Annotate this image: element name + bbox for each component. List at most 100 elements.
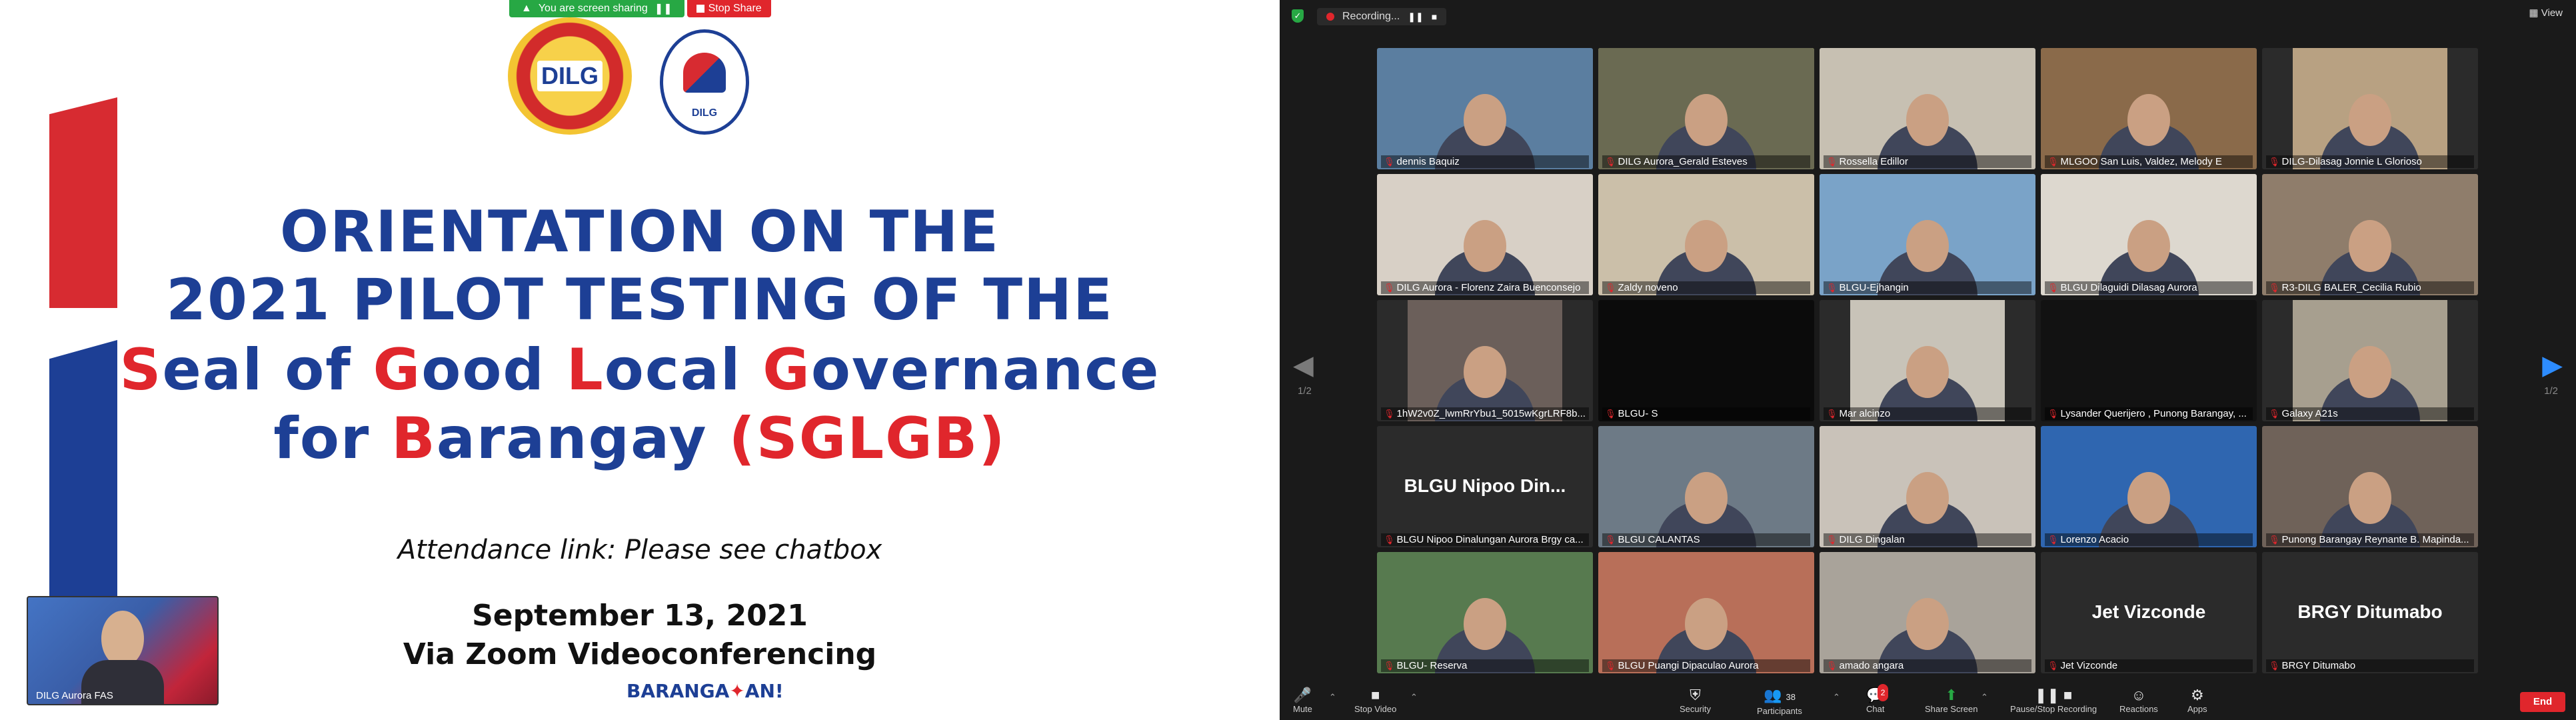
participant-video <box>1377 48 1593 169</box>
participant-display-name: Jet Vizconde <box>2091 601 2206 622</box>
participant-tile[interactable]: 🎙 DILG Dingalan <box>1820 426 2035 547</box>
share-icon: ▲ <box>521 3 532 14</box>
participant-tile[interactable]: 🎙 Rossella Edillor <box>1820 48 2035 169</box>
participant-name-label: 🎙 BLGU-Ejhangin <box>1824 281 2031 294</box>
chat-button[interactable]: 💬 2 Chat <box>1866 684 1889 714</box>
page-indicator-right: 1/2 <box>2544 385 2558 397</box>
participant-video <box>1820 48 2035 169</box>
participant-tile[interactable]: BRGY Ditumabo 🎙 BRGY Ditumabo <box>2262 552 2478 673</box>
participant-tile[interactable]: 🎙 Punong Barangay Reynante B. Mapinda... <box>2262 426 2478 547</box>
participant-tile[interactable]: 🎙 DILG-Dilasag Jonnie L Glorioso <box>2262 48 2478 169</box>
participant-tile[interactable]: BLGU Nipoo Din... 🎙 BLGU Nipoo Dinalungan … <box>1377 426 1593 547</box>
muted-mic-icon: 🎙 <box>2047 157 2059 167</box>
shared-slide: ▲ You are screen sharing ❚❚ Stop Share D… <box>0 0 1280 720</box>
participant-name-label: 🎙 DILG Aurora_Gerald Esteves <box>1602 155 1810 168</box>
participant-tile[interactable]: 🎙 R3-DILG BALER_Cecilia Rubio <box>2262 174 2478 295</box>
shield-icon: ⛨ <box>1690 687 1701 703</box>
muted-mic-icon: 🎙 <box>1384 535 1395 545</box>
attendance-note: Attendance link: Please see chatbox <box>397 535 882 565</box>
participant-tile[interactable]: 🎙 Zaldy noveno <box>1598 174 1814 295</box>
participant-name-label: 🎙 Mar alcinzo <box>1824 407 2031 420</box>
sharing-indicator: ▲ You are screen sharing ❚❚ <box>509 0 684 17</box>
shield-icon[interactable]: ✓ <box>1292 9 1304 23</box>
pause-recording-icon[interactable]: ❚❚ <box>1408 11 1423 23</box>
participant-name-label: 🎙 1hW2v0Z_lwmRrYbu1_5015wKgrLRF8b... <box>1381 407 1589 420</box>
mute-button[interactable]: 🎤 Mute <box>1293 687 1312 714</box>
apps-button[interactable]: ⚙ Apps <box>2187 687 2207 714</box>
avatar <box>101 611 144 667</box>
avatar <box>1464 598 1506 651</box>
participant-video <box>2293 48 2447 169</box>
muted-mic-icon: 🎙 <box>2269 535 2280 545</box>
participant-tile[interactable]: 🎙 BLGU CALANTAS <box>1598 426 1814 547</box>
participant-video <box>1820 426 2035 547</box>
muted-mic-icon: 🎙 <box>2269 283 2280 293</box>
participant-tile[interactable]: 🎙 DILG Aurora - Florenz Zaira Buenconsejo <box>1377 174 1593 295</box>
participant-tile[interactable]: 🎙 Galaxy A21s <box>2262 300 2478 421</box>
page-indicator-left: 1/2 <box>1298 385 1312 397</box>
share-screen-button[interactable]: ⬆ Share Screen <box>1925 687 1978 714</box>
participant-tile[interactable]: 🎙 BLGU- Reserva <box>1377 552 1593 673</box>
muted-mic-icon: 🎙 <box>2047 535 2059 545</box>
stop-video-button[interactable]: ■ Stop Video <box>1354 687 1396 714</box>
participants-button[interactable]: 👥 38 Participants <box>1757 687 1802 716</box>
muted-mic-icon: 🎙 <box>1605 157 1616 167</box>
participant-tile[interactable]: 🎙 dennis Baquiz <box>1377 48 1593 169</box>
next-page-icon[interactable]: ▶ <box>2542 350 2563 381</box>
audio-options-icon[interactable]: ⌃ <box>1329 692 1336 703</box>
participant-tile[interactable]: 🎙 MLGOO San Luis, Valdez, Melody E <box>2041 48 2257 169</box>
participant-name-label: 🎙 DILG Dingalan <box>1824 533 2031 546</box>
share-options-icon[interactable]: ⌃ <box>1981 692 1988 703</box>
participant-video <box>2262 174 2478 295</box>
participant-tile[interactable]: 🎙 DILG Aurora_Gerald Esteves <box>1598 48 1814 169</box>
pause-stop-recording-button[interactable]: ❚❚ ■ Pause/Stop Recording <box>2010 687 2097 714</box>
self-video-thumbnail[interactable]: DILG Aurora FAS <box>27 596 219 705</box>
participant-tile[interactable]: 🎙 BLGU-Ejhangin <box>1820 174 2035 295</box>
video-options-icon[interactable]: ⌃ <box>1410 692 1418 703</box>
participant-tile[interactable]: 🎙 BLGU Puangi Dipaculao Aurora <box>1598 552 1814 673</box>
participant-tile[interactable]: 🎙 Lysander Querijero , Punong Barangay, .… <box>2041 300 2257 421</box>
end-meeting-button[interactable]: End <box>2520 692 2565 712</box>
nbo-office-logo: DILG <box>660 29 749 135</box>
apps-icon: ⚙ <box>2190 687 2204 703</box>
participant-tile[interactable]: 🎙 BLGU Dilaguidi Dilasag Aurora <box>2041 174 2257 295</box>
participant-tile[interactable]: 🎙 1hW2v0Z_lwmRrYbu1_5015wKgrLRF8b... <box>1377 300 1593 421</box>
pause-share-icon[interactable]: ❚❚ <box>654 2 672 15</box>
chat-icon: 💬 2 <box>1866 684 1889 704</box>
participant-name-label: 🎙 dennis Baquiz <box>1381 155 1589 168</box>
muted-mic-icon: 🎙 <box>1605 661 1616 671</box>
avatar <box>1464 346 1506 399</box>
reactions-button[interactable]: ☺ Reactions <box>2119 687 2158 714</box>
muted-mic-icon: 🎙 <box>2269 409 2280 419</box>
sharing-text: You are screen sharing <box>538 3 648 14</box>
participant-name-label: 🎙 BLGU- S <box>1602 407 1810 420</box>
participant-name-label: 🎙 Rossella Edillor <box>1824 155 2031 168</box>
participant-tile[interactable]: Jet Vizconde 🎙 Jet Vizconde <box>2041 552 2257 673</box>
stop-share-button[interactable]: Stop Share <box>686 0 771 17</box>
participant-video <box>2262 426 2478 547</box>
view-button[interactable]: ▦ View <box>2529 7 2563 19</box>
previous-page-icon[interactable]: ◀ <box>1293 350 1314 381</box>
avatar <box>1906 598 1949 651</box>
participant-name-label: 🎙 DILG Aurora - Florenz Zaira Buenconsejo <box>1381 281 1589 294</box>
participant-tile[interactable]: 🎙 Mar alcinzo <box>1820 300 2035 421</box>
participant-tile[interactable]: 🎙 BLGU- S <box>1598 300 1814 421</box>
participant-name-label: 🎙 BLGU Dilaguidi Dilasag Aurora <box>2045 281 2253 294</box>
participant-name-label: 🎙 amado angara <box>1824 659 2031 672</box>
grid-icon: ▦ <box>2529 7 2539 19</box>
avatar <box>2349 220 2391 273</box>
participant-tile[interactable]: 🎙 Lorenzo Acacio <box>2041 426 2257 547</box>
participant-tile[interactable]: 🎙 amado angara <box>1820 552 2035 673</box>
slide-title-line-2: 2021 PILOT TESTING OF THE <box>166 267 1114 333</box>
muted-mic-icon: 🎙 <box>1605 535 1616 545</box>
meeting-toolbar: 🎤 Mute ⌃ ■ Stop Video ⌃ ⛨ Security 👥 38 Part… <box>1280 683 2576 720</box>
security-button[interactable]: ⛨ Security <box>1680 687 1711 714</box>
participant-name-label: 🎙 Lorenzo Acacio <box>2045 533 2253 546</box>
participants-options-icon[interactable]: ⌃ <box>1833 692 1840 703</box>
avatar <box>1685 472 1728 525</box>
stop-recording-icon[interactable]: ■ <box>1432 11 1437 22</box>
muted-mic-icon: 🎙 <box>1826 409 1838 419</box>
participant-video <box>2041 300 2257 421</box>
barangayan-logo: BARANGA✦AN! <box>627 680 784 702</box>
muted-mic-icon: 🎙 <box>2269 661 2280 671</box>
